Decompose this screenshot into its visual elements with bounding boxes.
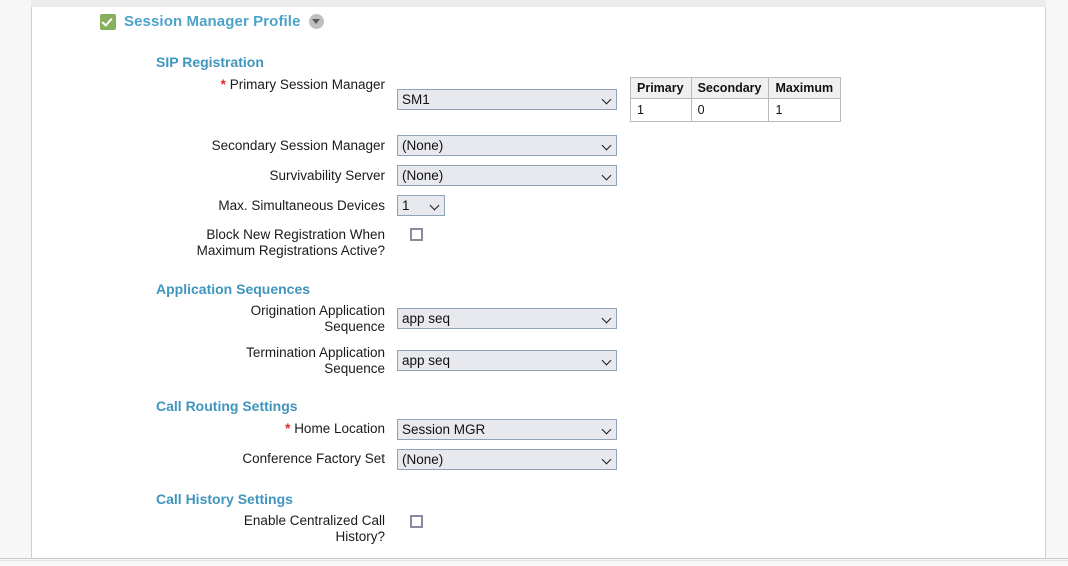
select-home-location-value: Session MGR [402,422,486,437]
select-secondary-session-manager[interactable]: (None) [397,135,617,156]
chevron-down-circle-icon[interactable] [308,14,324,29]
label-enable-centralized-call-history-line2: History? [335,529,385,544]
required-marker: * [285,421,291,436]
label-enable-centralized-call-history: Enable Centralized Call History? [150,513,385,545]
checkbox-enable-centralized-call-history[interactable] [410,515,423,528]
table-cell-primary: 1 [630,98,692,122]
label-origination-application-sequence-line2: Sequence [324,319,385,334]
select-survivability-server-value: (None) [402,168,444,183]
select-primary-session-manager-value: SM1 [402,92,430,107]
section-heading-sip-registration: SIP Registration [156,54,264,70]
chevron-down-icon [601,94,612,105]
table-header-primary: Primary [630,77,692,99]
select-termination-application-sequence-value: app seq [402,353,451,368]
chevron-down-icon [601,313,612,324]
table-header-secondary: Secondary [690,77,770,99]
label-home-location: * Home Location [285,421,385,436]
chevron-down-icon [601,355,612,366]
label-secondary-session-manager: Secondary Session Manager [211,138,385,153]
label-survivability-server: Survivability Server [269,168,385,183]
select-termination-application-sequence[interactable]: app seq [397,350,617,371]
select-secondary-session-manager-value: (None) [402,138,444,153]
select-primary-session-manager[interactable]: SM1 [397,89,617,110]
label-conference-factory-set: Conference Factory Set [242,451,385,466]
select-conference-factory-set-value: (None) [402,452,444,467]
label-block-new-registration: Block New Registration When Maximum Regi… [150,227,385,259]
label-termination-application-sequence-line1: Termination Application [246,345,385,360]
select-max-simultaneous-devices[interactable]: 1 [397,195,445,216]
table-cell-secondary: 0 [690,98,770,122]
chevron-down-icon [601,454,612,465]
label-max-simultaneous-devices: Max. Simultaneous Devices [218,198,385,213]
profile-title-row: Session Manager Profile [100,13,324,30]
chevron-down-icon [429,200,440,211]
required-marker: * [220,77,226,92]
chevron-down-icon [601,170,612,181]
select-conference-factory-set[interactable]: (None) [397,449,617,470]
label-primary-session-manager: * Primary Session Manager [220,77,385,92]
select-home-location[interactable]: Session MGR [397,419,617,440]
checkbox-block-new-registration[interactable] [410,228,423,241]
table-header-row: Primary Secondary Maximum [630,77,842,99]
table-row: 1 0 1 [630,98,842,122]
top-band [31,0,1046,7]
label-termination-application-sequence-line2: Sequence [324,361,385,376]
label-block-new-registration-line1: Block New Registration When [206,227,385,242]
label-termination-application-sequence: Termination Application Sequence [150,345,385,377]
table-header-maximum: Maximum [768,77,842,99]
bottom-divider [0,558,1068,559]
section-heading-application-sequences: Application Sequences [156,281,311,297]
select-origination-application-sequence[interactable]: app seq [397,308,617,329]
label-origination-application-sequence-line1: Origination Application [250,303,385,318]
select-survivability-server[interactable]: (None) [397,165,617,186]
table-cell-maximum: 1 [768,98,842,122]
chevron-down-icon [601,424,612,435]
select-origination-application-sequence-value: app seq [402,311,451,326]
select-max-simultaneous-devices-value: 1 [402,198,410,213]
section-heading-call-history-settings: Call History Settings [156,491,293,507]
label-block-new-registration-line2: Maximum Registrations Active? [196,243,385,258]
section-heading-call-routing-settings: Call Routing Settings [156,398,298,414]
page-title: Session Manager Profile [124,13,301,30]
bottom-divider-shadow [0,560,1068,561]
chevron-down-icon [601,140,612,151]
label-origination-application-sequence: Origination Application Sequence [150,303,385,335]
session-manager-profile-page: Session Manager Profile SIP Registration… [0,0,1068,566]
registration-summary-table: Primary Secondary Maximum 1 0 1 [630,77,842,122]
label-enable-centralized-call-history-line1: Enable Centralized Call [243,513,385,528]
green-check-icon[interactable] [100,13,116,30]
